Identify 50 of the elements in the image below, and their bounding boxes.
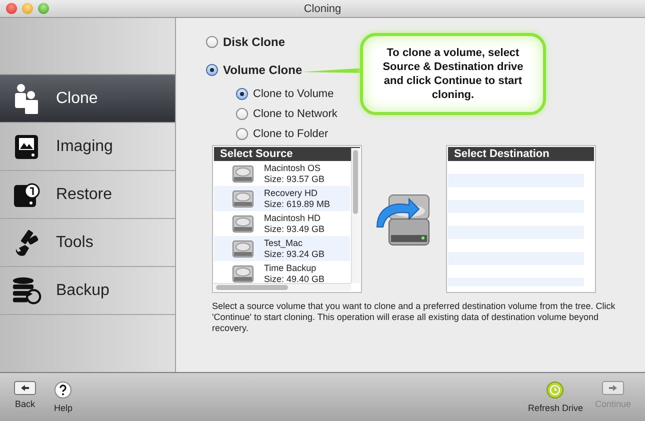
volume-name: Recovery HD (264, 188, 319, 198)
volume-name: Macintosh HD (264, 212, 322, 224)
disk-image-icon (14, 134, 40, 160)
back-button[interactable]: Back (10, 379, 40, 415)
people-icon (14, 84, 40, 114)
volume-size: Size: 93.57 GB (264, 174, 325, 184)
volume-row[interactable]: Test_Mac Size: 93.24 GB (214, 236, 350, 261)
sidebar-item[interactable]: Restore (0, 171, 175, 219)
volume-name: Test_Mac (264, 238, 304, 248)
tools-icon (13, 228, 41, 256)
volume-row[interactable]: Time Backup Size: 49.40 GB (214, 261, 350, 286)
volume-row[interactable]: Recovery HD Size: 619.89 MB (214, 186, 350, 211)
refresh-button[interactable]: Refresh Drive (524, 379, 587, 415)
volume-size: Size: 49.40 GB (264, 274, 325, 284)
vertical-scrollbar[interactable] (351, 148, 360, 283)
drive-restore-icon (13, 182, 41, 208)
sidebar-item[interactable]: Imaging (0, 123, 175, 171)
radio-option[interactable]: Clone to Volume (236, 88, 334, 100)
hard-drive-icon (232, 164, 254, 182)
radio-option[interactable]: Disk Clone (206, 35, 286, 49)
sidebar-item[interactable]: Clone (0, 75, 175, 123)
help-button[interactable]: Help (50, 379, 77, 415)
hard-drive-icon (232, 214, 254, 232)
radio-option[interactable]: Clone to Folder (236, 128, 328, 140)
volume-name: Time Backup (264, 262, 318, 274)
volume-name: Macintosh OS (264, 162, 322, 174)
instruction-text: Select a source volume that you want to clone and a preferred destination volume from the tree. Click 'Continue' to start cloning. This operation will erase all existing data of destination volume beyond recovery. (212, 301, 616, 334)
volume-size: Size: 619.89 MB (264, 198, 330, 210)
help-icon (54, 381, 72, 399)
sidebar-item[interactable]: Backup (0, 267, 175, 315)
close-button[interactable] (6, 3, 17, 14)
hard-drive-icon (232, 264, 254, 282)
hard-drive-icon (232, 190, 254, 208)
refresh-clock-icon (546, 381, 564, 399)
volume-size: Size: 93.24 GB (264, 248, 325, 260)
horizontal-scrollbar[interactable] (214, 283, 351, 291)
zoom-button[interactable] (38, 3, 49, 14)
database-restore-icon (12, 276, 42, 306)
list-header: Select Source (214, 147, 360, 161)
callout-tooltip: To clone a volume, select Source & Destination drive and click Continue to start cloning. (360, 33, 546, 115)
hard-drive-icon (232, 240, 254, 258)
volume-row[interactable]: Macintosh HD Size: 93.49 GB (214, 211, 350, 236)
volume-size: Size: 93.49 GB (264, 224, 325, 234)
volume-row[interactable]: Macintosh OS Size: 93.57 GB (214, 161, 350, 186)
window-title: Cloning (304, 2, 342, 14)
radio-option[interactable]: Clone to Network (236, 108, 338, 120)
radio-option[interactable]: Volume Clone (206, 63, 302, 77)
sidebar-item[interactable]: Tools (0, 219, 175, 267)
minimize-button[interactable] (22, 3, 33, 14)
list-header: Select Destination (448, 147, 594, 161)
